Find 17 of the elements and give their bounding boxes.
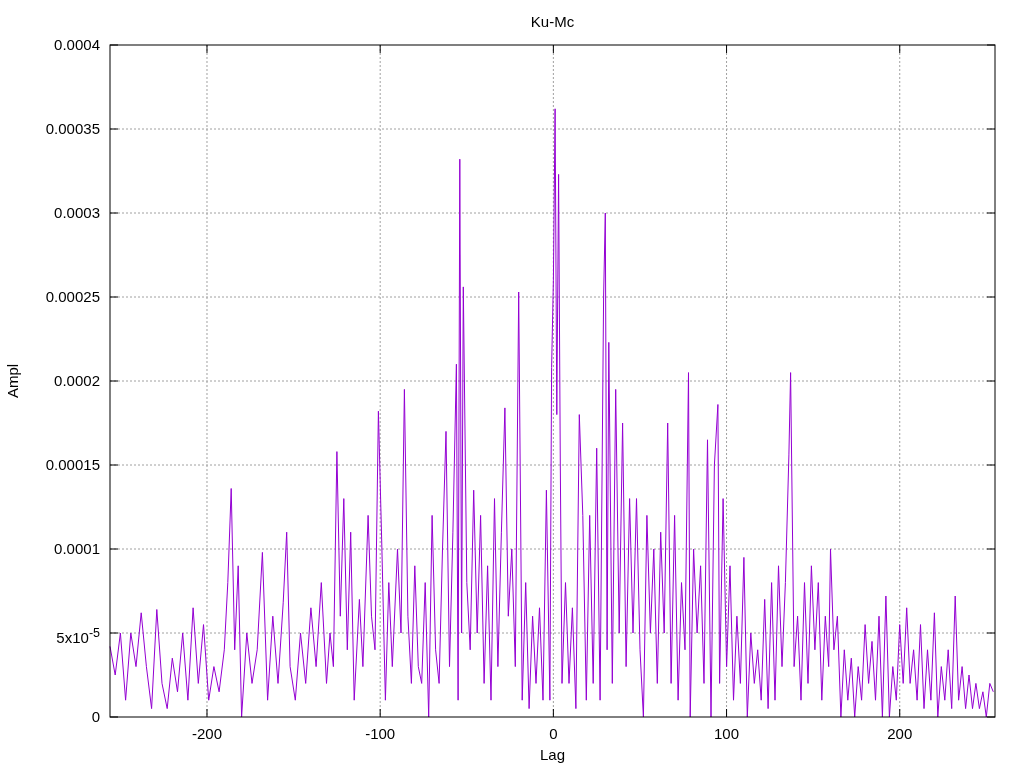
x-tick-label: 0 — [549, 725, 558, 742]
y-tick-label: 0.00015 — [45, 456, 100, 473]
x-tick-label: -100 — [365, 725, 396, 742]
y-tick-label: 0.0003 — [54, 204, 100, 221]
y-tick-label: 0.0004 — [54, 36, 100, 53]
x-axis-label: Lag — [540, 746, 565, 763]
y-axis-label: Ampl — [4, 363, 21, 399]
y-tick-label: 5x10$^{-5}$ — [56, 629, 100, 644]
y-tick-label: 0.0002 — [54, 372, 100, 389]
x-tick-label: -200 — [191, 725, 222, 742]
x-tick-label: 200 — [887, 725, 913, 742]
y-tick-label: 0.0001 — [54, 540, 100, 557]
y-tick-label: 0.00035 — [45, 120, 100, 137]
chart-title: Ku-Mc — [530, 13, 575, 30]
y-tick-label: 0.00025 — [45, 288, 100, 305]
x-tick-label: 100 — [714, 725, 740, 742]
y-tick-label: 0 — [91, 708, 100, 725]
